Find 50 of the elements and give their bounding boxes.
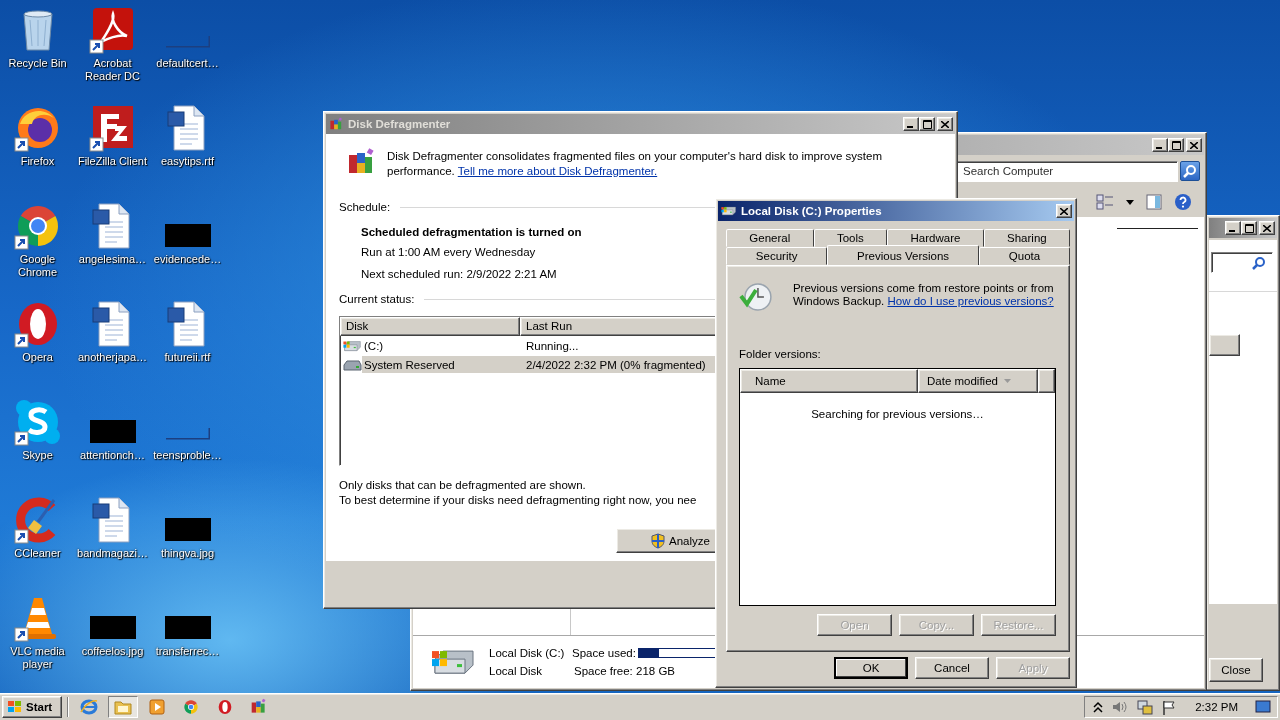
search-field[interactable]: Search Computer xyxy=(956,160,1178,182)
section-label: Current status: xyxy=(339,293,415,305)
column-header[interactable]: Disk xyxy=(340,317,520,336)
note-text: To best determine if your disks need defragmenting right now, you nee xyxy=(339,493,697,508)
desktop-shortcut[interactable]: defaultcert… xyxy=(150,6,225,104)
tab[interactable]: Sharing xyxy=(983,229,1071,247)
tab[interactable]: Previous Versions xyxy=(827,245,979,265)
next-run-text: Next scheduled run: 2/9/2022 2:21 AM xyxy=(361,268,557,280)
desktop-shortcut[interactable]: Opera xyxy=(0,300,75,398)
schedule-text: Run at 1:00 AM every Wednesday xyxy=(361,246,536,258)
desktop-shortcut[interactable]: evidencede… xyxy=(150,202,225,300)
tab[interactable]: Quota xyxy=(978,247,1070,265)
dialog-button[interactable]: Cancel xyxy=(915,657,989,679)
title-bar: Local Disk (C:) Properties xyxy=(718,201,1074,221)
desktop-shortcut[interactable]: Firefox xyxy=(0,104,75,202)
help-link[interactable]: How do I use previous versions? xyxy=(887,295,1054,307)
dialog-button[interactable]: OK xyxy=(834,657,908,679)
learn-more-link[interactable]: Tell me more about Disk Defragmenter. xyxy=(457,165,658,177)
table-cell-text: 2/4/2022 2:32 PM (0% fragmented) xyxy=(525,358,706,371)
table-cell-text: (C:) xyxy=(363,339,385,352)
table-cell-text: Running... xyxy=(525,339,579,352)
tab[interactable]: Hardware xyxy=(887,229,984,247)
section-label: Schedule: xyxy=(339,201,391,213)
desktop-shortcut[interactable]: teensproble… xyxy=(150,398,225,496)
table-cell-text: System Reserved xyxy=(363,358,456,371)
tab[interactable]: Security xyxy=(726,247,828,265)
desktop-shortcut[interactable]: FileZilla Client xyxy=(75,104,150,202)
column-header[interactable]: Date modified xyxy=(918,369,1038,393)
desktop-shortcut[interactable]: attentionch… xyxy=(75,398,150,496)
desktop-shortcut[interactable]: Skype xyxy=(0,398,75,496)
desktop-shortcut[interactable]: futureii.rtf xyxy=(150,300,225,398)
note-text: Only disks that can be defragmented are shown. xyxy=(339,478,586,493)
desktop-shortcut[interactable]: Recycle Bin xyxy=(0,6,75,104)
status-text: Searching for previous versions… xyxy=(811,408,984,420)
desktop-shortcut[interactable]: angelesima… xyxy=(75,202,150,300)
desktop-shortcut[interactable]: easytips.rtf xyxy=(150,104,225,202)
desktop-shortcut[interactable]: anotherjapa… xyxy=(75,300,150,398)
desktop-shortcut[interactable]: Acrobat Reader DC xyxy=(75,6,150,104)
intro-text: Previous versions come from restore points or from Windows Backup. How do I use previous versions? xyxy=(792,282,1055,309)
start-button[interactable]: Start xyxy=(2,696,62,718)
column-header[interactable]: Name xyxy=(740,369,918,393)
schedule-status: Scheduled defragmentation is turned on xyxy=(361,226,582,238)
title-bar: Disk Defragmenter xyxy=(326,114,955,134)
tab[interactable]: General xyxy=(726,229,814,247)
desktop-shortcut[interactable]: CCleaner xyxy=(0,496,75,594)
clock[interactable]: 2:32 PM xyxy=(1195,701,1238,713)
close-dialog-button[interactable]: Close xyxy=(1209,658,1263,682)
description-text: Disk Defragmenter consolidates fragmented files on your computer's hard disk to improve system performance. Tell me more about Disk Defragmenter. xyxy=(387,149,883,179)
desktop-shortcut[interactable]: Google Chrome xyxy=(0,202,75,300)
desktop-shortcut[interactable]: VLC media player xyxy=(0,594,75,692)
